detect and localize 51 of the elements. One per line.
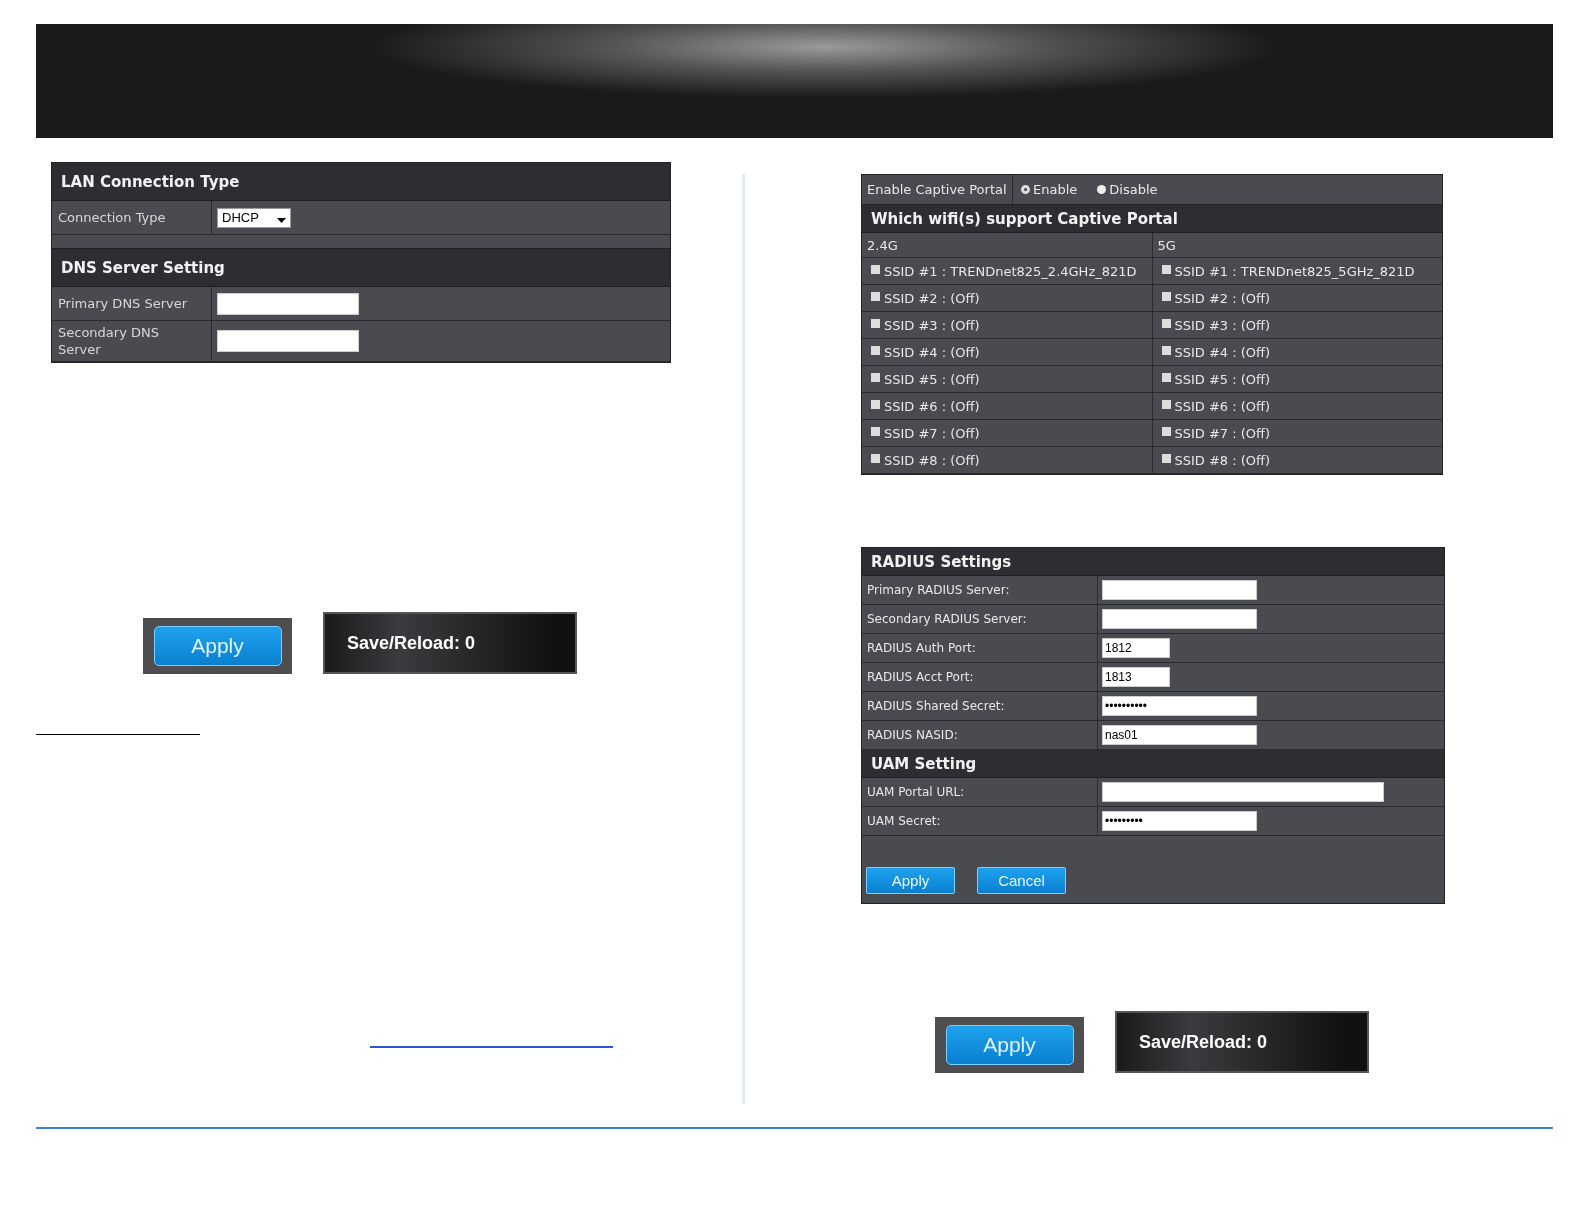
input-field[interactable]: 1813 [1102,667,1170,687]
field-label: Connection Type [52,201,212,234]
section-title: DNS Server Setting [52,249,670,287]
connection-type-dropdown[interactable]: DHCP [217,207,291,228]
ssid-checkbox[interactable]: SSID #2 : (Off) [862,285,1152,312]
ssid-checkbox[interactable]: SSID #8 : (Off) [862,447,1152,474]
input-field[interactable]: nas01 [1102,725,1257,745]
field-label: RADIUS Auth Port: [862,634,1098,662]
dns-input-field[interactable] [217,292,359,315]
ssid-checkbox[interactable]: SSID #1 : TRENDnet825_5GHz_821D [1152,258,1442,285]
field-label: Secondary DNS Server [52,321,212,361]
input-field[interactable]: ••••••••• [1102,811,1257,831]
input-field[interactable]: •••••••••• [1102,696,1257,716]
band-header: 5G [1152,233,1442,258]
caret-icon [277,217,286,223]
field-label: RADIUS Shared Secret: [862,692,1098,720]
field-label: Primary DNS Server [52,287,212,320]
field-label: UAM Secret: [862,807,1098,835]
ssid-checkbox[interactable]: SSID #3 : (Off) [1152,312,1442,339]
ssid-checkbox[interactable]: SSID #2 : (Off) [1152,285,1442,312]
save-reload-counter: Save/Reload: 0 [1115,1011,1369,1073]
field-label: Enable Captive Portal [862,175,1013,204]
ssid-checkbox[interactable]: SSID #3 : (Off) [862,312,1152,339]
ssid-checkbox[interactable]: SSID #7 : (Off) [862,420,1152,447]
input-field[interactable] [1102,782,1384,802]
ssid-checkbox[interactable]: SSID #4 : (Off) [862,339,1152,366]
section-title: RADIUS Settings [862,548,1444,576]
save-reload-counter: Save/Reload: 0 [323,612,577,674]
ssid-checkbox[interactable]: SSID #5 : (Off) [862,366,1152,393]
input-field[interactable] [1102,609,1257,629]
ssid-checkbox[interactable]: SSID #4 : (Off) [1152,339,1442,366]
field-label: RADIUS Acct Port: [862,663,1098,691]
input-field[interactable]: 1812 [1102,638,1170,658]
dns-input-field[interactable] [217,330,359,352]
ssid-checkbox[interactable]: SSID #8 : (Off) [1152,447,1442,474]
field-label: Primary RADIUS Server: [862,576,1098,604]
field-label: RADIUS NASID: [862,721,1098,749]
ssid-checkbox[interactable]: SSID #5 : (Off) [1152,366,1442,393]
radio-option[interactable]: Disable [1097,182,1158,197]
field-label: Secondary RADIUS Server: [862,605,1098,633]
radio-option[interactable]: Enable [1021,182,1078,197]
ssid-checkbox[interactable]: SSID #7 : (Off) [1152,420,1442,447]
section-title: Which wifi(s) support Captive Portal [862,205,1442,233]
ssid-checkbox[interactable]: SSID #6 : (Off) [862,393,1152,420]
input-field[interactable] [1102,580,1257,600]
section-title: UAM Setting [862,750,1444,778]
section-title: LAN Connection Type [52,163,670,201]
field-label: UAM Portal URL: [862,778,1098,806]
ssid-checkbox[interactable]: SSID #1 : TRENDnet825_2.4GHz_821D [862,258,1152,285]
band-header: 2.4G [862,233,1152,258]
ssid-checkbox[interactable]: SSID #6 : (Off) [1152,393,1442,420]
